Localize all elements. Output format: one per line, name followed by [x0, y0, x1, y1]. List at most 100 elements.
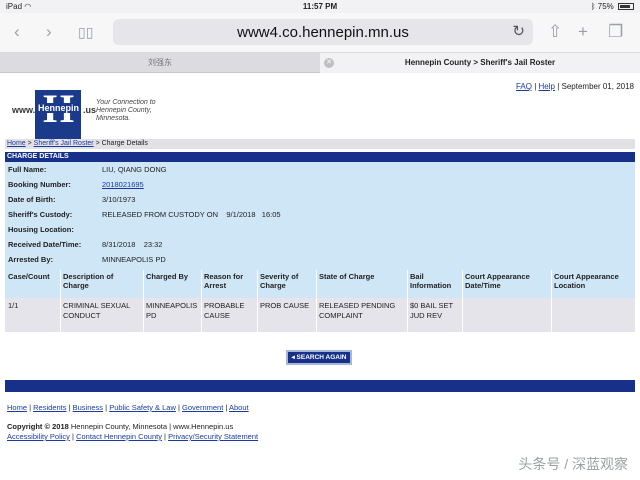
footer-link-business[interactable]: Business [73, 403, 103, 412]
hennepin-logo[interactable]: www. H Hennepin .us Your Connection to H… [12, 82, 192, 142]
detail-value: MINNEAPOLIS PD [102, 255, 166, 264]
table-cell: 1/1 [8, 301, 19, 310]
detail-label: Arrested By: [8, 255, 54, 264]
top-links: FAQ | Help | September 01, 2018 [515, 82, 634, 91]
table-cell: PROBABLE CAUSE [204, 301, 245, 320]
detail-row-dob: Date of Birth: 3/10/1973 [5, 192, 635, 207]
column-divider [407, 270, 408, 332]
bookmarks-icon[interactable]: ▯▯ [78, 22, 93, 42]
detail-label: Sheriff's Custody: [8, 210, 73, 219]
charge-details: Full Name: LIU, QIANG DONG Booking Numbe… [5, 162, 635, 270]
clock: 11:57 PM [302, 2, 338, 11]
column-header: Court Appearance Date/Time [465, 272, 530, 290]
new-tab-icon[interactable]: + [578, 22, 588, 42]
charges-table-header: Case/Count Description of Charge Charged… [5, 270, 635, 298]
table-cell: PROB CAUSE [260, 301, 310, 310]
back-icon[interactable]: ‹ [14, 22, 20, 42]
url-text: www4.co.hennepin.mn.us [237, 24, 409, 41]
privacy-link[interactable]: Privacy/Security Statement [168, 432, 258, 441]
column-divider [462, 270, 463, 332]
column-header: Reason for Arrest [204, 272, 244, 290]
bluetooth-icon: ᛒ [590, 2, 596, 11]
footer-link-home[interactable]: Home [7, 403, 27, 412]
tab-label: 刘强东 [148, 58, 172, 67]
tab-active[interactable]: ✕ Hennepin County > Sheriff's Jail Roste… [320, 53, 640, 73]
footer-bar [5, 380, 635, 392]
column-divider [201, 270, 202, 332]
detail-label: Full Name: [8, 165, 47, 174]
tabs-overview-icon[interactable]: ❐ [608, 22, 623, 42]
faq-link[interactable]: FAQ [516, 82, 532, 91]
column-header: Charged By [146, 272, 189, 281]
detail-row-received: Received Date/Time: 8/31/2018 23:32 [5, 237, 635, 252]
share-icon[interactable]: ⇧ [548, 22, 562, 42]
detail-row-arrested-by: Arrested By: MINNEAPOLIS PD [5, 252, 635, 267]
table-cell: CRIMINAL SEXUAL CONDUCT [63, 301, 130, 320]
accessibility-policy-link[interactable]: Accessibility Policy [7, 432, 70, 441]
search-again-button[interactable]: ◂ SEARCH AGAIN [286, 350, 352, 365]
tab-label: Hennepin County > Sheriff's Jail Roster [404, 58, 556, 67]
footer-links: Home | Residents | Business | Public Saf… [7, 403, 249, 412]
column-divider [551, 270, 552, 332]
column-header: Description of Charge [63, 272, 114, 290]
detail-value: LIU, QIANG DONG [102, 165, 167, 174]
detail-value: RELEASED FROM CUSTODY ON 9/1/2018 16:05 [102, 210, 281, 219]
web-page: www. H Hennepin .us Your Connection to H… [0, 74, 640, 480]
help-link[interactable]: Help [539, 82, 555, 91]
breadcrumb-home[interactable]: Home [7, 140, 26, 147]
column-header: State of Charge [319, 272, 375, 281]
reload-icon[interactable]: ↻ [512, 22, 525, 40]
tab-bar: 刘强东 ✕ Hennepin County > Sheriff's Jail R… [0, 53, 640, 73]
address-bar[interactable]: www4.co.hennepin.mn.us ↻ [113, 19, 533, 45]
detail-label: Date of Birth: [8, 195, 56, 204]
detail-row-booking-number: Booking Number: 2018021695 [5, 177, 635, 192]
column-divider [316, 270, 317, 332]
breadcrumb: Home > Sheriff's Jail Roster > Charge De… [5, 139, 635, 149]
logo-name: Hennepin [37, 103, 81, 113]
detail-row-custody: Sheriff's Custody: RELEASED FROM CUSTODY… [5, 207, 635, 222]
detail-row-housing: Housing Location: [5, 222, 635, 237]
tab-inactive[interactable]: 刘强东 [0, 53, 320, 73]
battery-icon [618, 3, 634, 10]
battery-percent: 75% [597, 2, 614, 11]
battery-status: ᛒ 75% [591, 2, 634, 11]
footer-link-residents[interactable]: Residents [33, 403, 66, 412]
breadcrumb-current: Charge Details [101, 140, 148, 147]
detail-value: 3/10/1973 [102, 195, 136, 204]
footer-link-government[interactable]: Government [182, 403, 223, 412]
copyright: Copyright © 2018 Hennepin County, Minnes… [7, 422, 233, 431]
forward-icon[interactable]: › [46, 22, 52, 42]
status-bar: iPad ◠ 11:57 PM ᛒ 75% [0, 0, 640, 13]
breadcrumb-roster[interactable]: Sheriff's Jail Roster [34, 140, 94, 147]
table-cell: RELEASED PENDING COMPLAINT [319, 301, 396, 320]
detail-value: 8/31/2018 23:32 [102, 240, 163, 249]
detail-label: Housing Location: [8, 225, 74, 234]
section-title: CHARGE DETAILS [5, 152, 635, 162]
column-header: Bail Information [410, 272, 452, 290]
column-header: Severity of Charge [260, 272, 299, 290]
column-header: Court Appearance Location [554, 272, 619, 290]
column-header: Case/Count [8, 272, 50, 281]
contact-link[interactable]: Contact Hennepin County [76, 432, 162, 441]
copyright-text: Hennepin County, Minnesota | www.Hennepi… [70, 422, 234, 431]
column-divider [257, 270, 258, 332]
logo-www: www. [12, 105, 36, 115]
logo-us: .us [83, 105, 97, 115]
column-divider [143, 270, 144, 332]
copyright-year: Copyright © 2018 [7, 422, 69, 431]
booking-number-link[interactable]: 2018021695 [102, 180, 144, 189]
logo-tagline: Your Connection to Hennepin County, Minn… [96, 99, 156, 122]
footer-policy-links: Accessibility Policy | Contact Hennepin … [7, 432, 259, 441]
table-cell: MINNEAPOLIS PD [146, 301, 198, 320]
watermark: 头条号 / 深蓝观察 [518, 456, 628, 472]
browser-toolbar: ‹ › ▯▯ www4.co.hennepin.mn.us ↻ ⇧ + ❐ [0, 13, 640, 53]
table-row: 1/1 CRIMINAL SEXUAL CONDUCT MINNEAPOLIS … [5, 298, 635, 332]
arrow-left-icon: ◂ [291, 354, 295, 361]
search-again-label: SEARCH AGAIN [296, 354, 347, 361]
close-tab-icon[interactable]: ✕ [324, 58, 334, 68]
table-cell: $0 BAIL SET JUD REV [410, 301, 453, 320]
detail-label: Received Date/Time: [8, 240, 82, 249]
footer-link-about[interactable]: About [229, 403, 249, 412]
footer-link-public-safety[interactable]: Public Safety & Law [109, 403, 176, 412]
detail-row-full-name: Full Name: LIU, QIANG DONG [5, 162, 635, 177]
